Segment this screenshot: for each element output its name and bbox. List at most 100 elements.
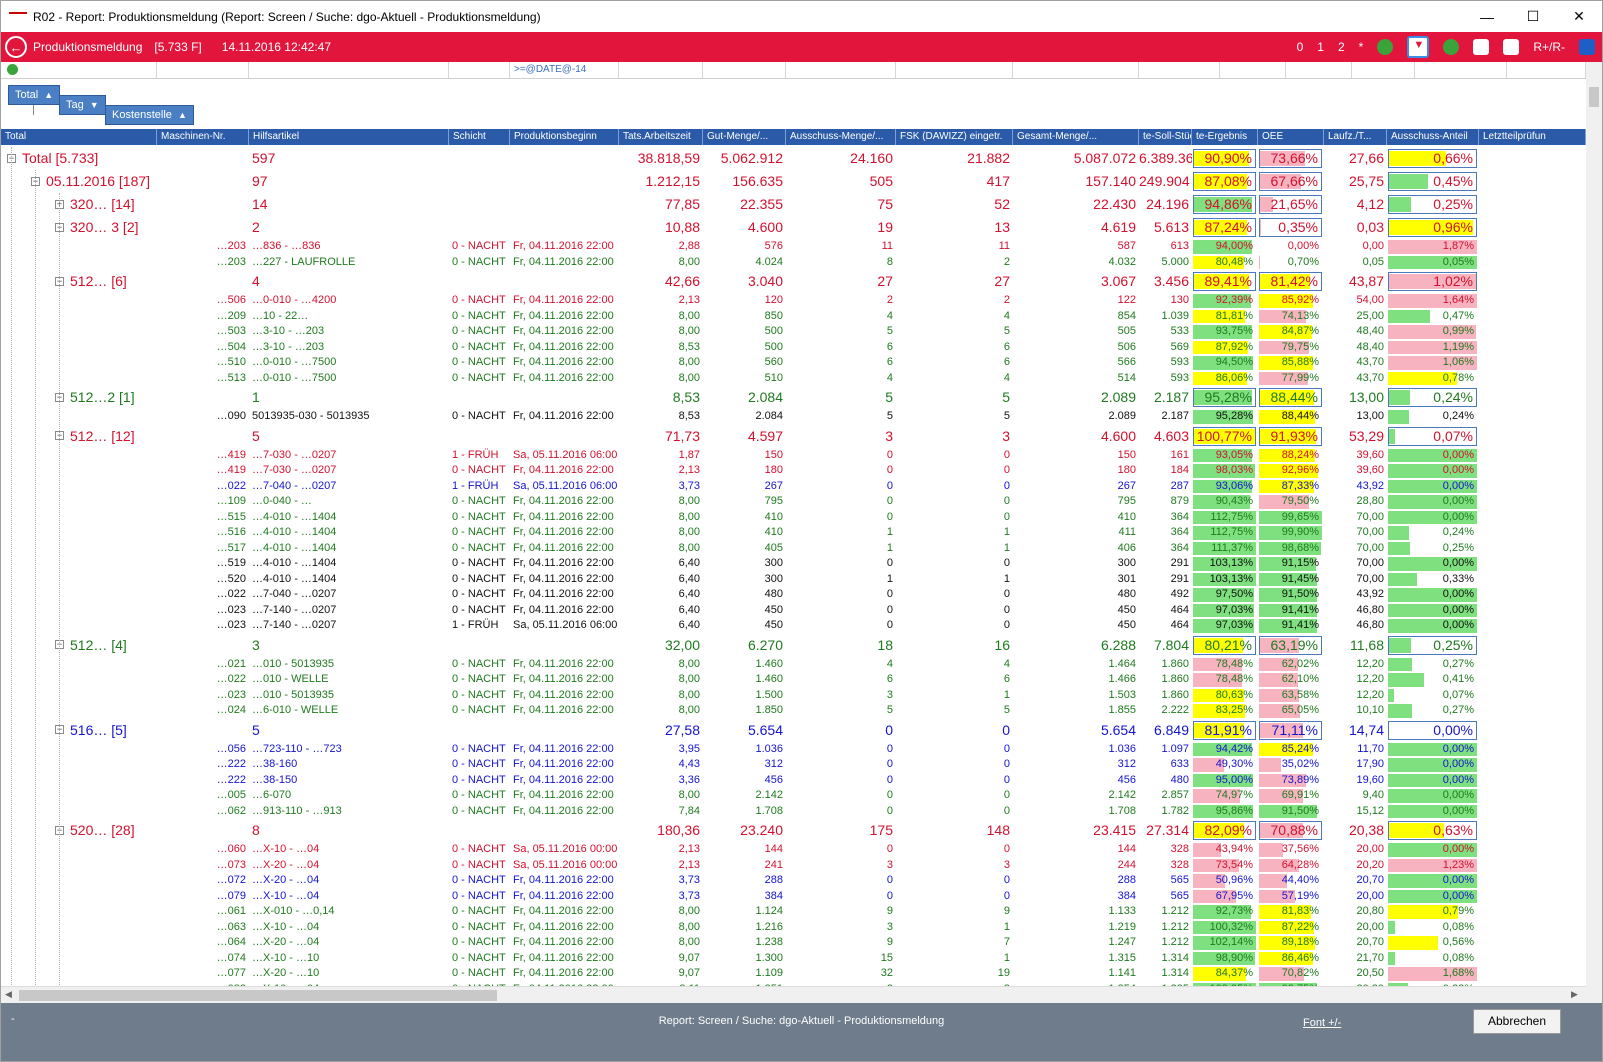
table-row[interactable]: …519 …4-010 - …1404 0 - NACHT Fr, 04.11.201…: [1, 556, 1586, 572]
column-header[interactable]: Gut-Menge/...: [703, 129, 786, 145]
table-row[interactable]: …222 …38-150 0 - NACHT Fr, 04.11.2016 22:00…: [1, 773, 1586, 789]
abort-button[interactable]: Abbrechen: [1473, 1009, 1561, 1034]
column-header[interactable]: Laufz./T...: [1324, 129, 1387, 145]
table-row[interactable]: …021 …010 - 5013935 0 - NACHT Fr, 04.11.201…: [1, 657, 1586, 673]
table-row[interactable]: …063 …X-10 - …04 0 - NACHT Fr, 04.11.2016 2…: [1, 920, 1586, 936]
horizontal-scrollbar[interactable]: ◀ ▶: [1, 986, 1586, 1003]
group-row[interactable]: −520… [28] 8 180,36 23.240 175 148 23.415 27.31…: [1, 819, 1586, 842]
column-header[interactable]: Produktionsbeginn: [510, 129, 619, 145]
vertical-scrollbar[interactable]: [1586, 62, 1602, 1003]
scroll-right-icon[interactable]: ▶: [1571, 989, 1578, 1000]
column-header[interactable]: Ausschuss-Anteil: [1387, 129, 1479, 145]
table-row[interactable]: …056 …723-110 - …723 0 - NACHT Fr, 04.11.20…: [1, 742, 1586, 758]
table-row[interactable]: …077 …X-20 - …10 0 - NACHT Fr, 04.11.2016 2…: [1, 966, 1586, 982]
table-row[interactable]: …517 …4-010 - …1404 0 - NACHT Fr, 04.11.201…: [1, 541, 1586, 557]
filter-cell-fsk[interactable]: [896, 62, 1013, 78]
column-header[interactable]: te-Ergebnis: [1192, 129, 1258, 145]
table-row[interactable]: …064 …X-20 - …04 0 - NACHT Fr, 04.11.2016 2…: [1, 935, 1586, 951]
level-0-button[interactable]: 0: [1297, 40, 1304, 54]
group-tag-button[interactable]: Tag ▼: [59, 95, 106, 115]
layout-icon[interactable]: [1473, 39, 1490, 55]
group-row[interactable]: − Total [5.733] 597 38.818,59 5.062.912 24.16…: [1, 147, 1586, 170]
column-header[interactable]: Letztteilprüfun: [1479, 129, 1586, 145]
group-row[interactable]: +320… [14] 14 77,85 22.355 75 52 22.430 24.196 9…: [1, 193, 1586, 216]
column-header[interactable]: Hilfsartikel: [249, 129, 449, 145]
group-row[interactable]: −05.11.2016 [187] 97 1.212,15 156.635 505 417…: [1, 170, 1586, 193]
filter-cell-arbeitszeit[interactable]: [619, 62, 703, 78]
filter-cell-anteil[interactable]: [1415, 62, 1507, 78]
group-row[interactable]: −516… [5] 5 27,58 5.654 0 0 5.654 6.849 81,91% 71…: [1, 719, 1586, 742]
table-row[interactable]: …073 …X-20 - …04 0 - NACHT Sa, 05.11.2016 0…: [1, 858, 1586, 874]
table-row[interactable]: …074 …X-10 - …10 0 - NACHT Fr, 04.11.2016 2…: [1, 951, 1586, 967]
table-row[interactable]: …072 …X-20 - …04 0 - NACHT Fr, 04.11.2016 2…: [1, 873, 1586, 889]
back-icon[interactable]: ←: [5, 36, 27, 58]
filter-cell-ausschuss[interactable]: [786, 62, 896, 78]
group-row[interactable]: −512… [6] 4 42,66 3.040 27 27 3.067 3.456 89,41%…: [1, 270, 1586, 293]
table-row[interactable]: …510 …0-010 - …7500 0 - NACHT Fr, 04.11.201…: [1, 355, 1586, 371]
table-row[interactable]: …503 …3-10 - …203 0 - NACHT Fr, 04.11.2016 …: [1, 324, 1586, 340]
group-row[interactable]: −320… 3 [2] 2 10,88 4.600 19 13 4.619 5.613 87,2…: [1, 216, 1586, 239]
close-button[interactable]: ✕: [1556, 1, 1602, 32]
search-icon[interactable]: [7, 64, 18, 75]
r-plus-minus-button[interactable]: R+/R-: [1533, 40, 1565, 54]
column-header[interactable]: Total: [1, 129, 157, 145]
level-2-button[interactable]: 2: [1338, 40, 1345, 54]
table-row[interactable]: …023 …7-140 - …0207 1 - FRÜH Sa, 05.11.2016…: [1, 618, 1586, 634]
group-total-button[interactable]: Total ▲: [8, 85, 61, 105]
filter-cell-gut[interactable]: [703, 62, 786, 78]
filter-cell-schicht[interactable]: [449, 62, 510, 78]
table-row[interactable]: …506 …0-010 - …4200 0 - NACHT Fr, 04.11.201…: [1, 293, 1586, 309]
table-row[interactable]: …520 …4-010 - …1404 0 - NACHT Fr, 04.11.201…: [1, 572, 1586, 588]
filter-cell-oee[interactable]: [1286, 62, 1352, 78]
table-row[interactable]: …504 …3-10 - …203 0 - NACHT Fr, 04.11.2016 …: [1, 340, 1586, 356]
table-row[interactable]: …419 …7-030 - …0207 0 - NACHT Fr, 04.11.201…: [1, 463, 1586, 479]
table-row[interactable]: …022 …7-040 - …0207 1 - FRÜH Sa, 05.11.2016…: [1, 479, 1586, 495]
table-row[interactable]: …203 …227 - LAUFROLLE 0 - NACHT Fr, 04.11.2…: [1, 255, 1586, 271]
table-row[interactable]: …516 …4-010 - …1404 0 - NACHT Fr, 04.11.201…: [1, 525, 1586, 541]
refresh-icon[interactable]: [1377, 39, 1394, 55]
table-row[interactable]: …005 …6-070 0 - NACHT Fr, 04.11.2016 22:00 8…: [1, 788, 1586, 804]
horizontal-scroll-thumb[interactable]: [19, 990, 497, 1001]
column-header[interactable]: Gesamt-Menge/...: [1013, 129, 1139, 145]
table-row[interactable]: …515 …4-010 - …1404 0 - NACHT Fr, 04.11.201…: [1, 510, 1586, 526]
filter-cell-maschine[interactable]: [157, 62, 249, 78]
vertical-scroll-thumb[interactable]: [1589, 87, 1599, 107]
group-row[interactable]: −512… [4] 3 32,00 6.270 18 16 6.288 7.804 80,21%…: [1, 634, 1586, 657]
minimize-button[interactable]: —: [1464, 1, 1510, 32]
filter-cell-gesamt[interactable]: [1013, 62, 1139, 78]
column-header[interactable]: te-Soll-Stückz.: [1139, 129, 1192, 145]
column-header[interactable]: FSK (DAWIZZ) eingetr.: [896, 129, 1013, 145]
group-row[interactable]: −512… [12] 5 71,73 4.597 3 3 4.600 4.603 100,77%…: [1, 425, 1586, 448]
column-header[interactable]: Tats.Arbeitszeit: [619, 129, 703, 145]
maximize-button[interactable]: ☐: [1510, 1, 1556, 32]
scroll-left-icon[interactable]: ◀: [5, 989, 12, 1000]
filter-icon[interactable]: [1407, 36, 1430, 58]
table-row[interactable]: …419 …7-030 - …0207 1 - FRÜH Sa, 05.11.2016…: [1, 448, 1586, 464]
filter-cell-hilfsartikel[interactable]: [249, 62, 449, 78]
level-all-button[interactable]: *: [1359, 40, 1364, 54]
filter-cell-total[interactable]: [1, 62, 157, 78]
table-row[interactable]: …513 …0-010 - …7500 0 - NACHT Fr, 04.11.201…: [1, 371, 1586, 387]
filter-cell-laufzeit[interactable]: [1352, 62, 1415, 78]
filter-cell-beginn[interactable]: >=@DATE@-14: [510, 62, 619, 78]
column-header[interactable]: Ausschuss-Menge/...: [786, 129, 896, 145]
filter-cell-te[interactable]: [1220, 62, 1286, 78]
table-row[interactable]: …062 …913-110 - …913 0 - NACHT Fr, 04.11.20…: [1, 804, 1586, 820]
column-header[interactable]: Schicht: [449, 129, 510, 145]
table-row[interactable]: …023 …010 - 5013935 0 - NACHT Fr, 04.11.201…: [1, 688, 1586, 704]
monitor-icon[interactable]: [1579, 39, 1595, 55]
group-kostenstelle-button[interactable]: Kostenstelle ▲: [105, 105, 194, 125]
group-row[interactable]: −512…2 [1] 1 8,53 2.084 5 5 2.089 2.187 95,28% 88…: [1, 386, 1586, 409]
table-row[interactable]: …109 …0-040 - … 0 - NACHT Fr, 04.11.2016 22…: [1, 494, 1586, 510]
table-row[interactable]: …203 …836 - …836 0 - NACHT Fr, 04.11.2016 2…: [1, 239, 1586, 255]
table-row[interactable]: …222 …38-160 0 - NACHT Fr, 04.11.2016 22:00…: [1, 757, 1586, 773]
font-size-link[interactable]: Font +/-: [1303, 1017, 1341, 1029]
table-row[interactable]: …022 …010 - WELLE 0 - NACHT Fr, 04.11.2016 …: [1, 672, 1586, 688]
column-header[interactable]: OEE: [1258, 129, 1324, 145]
table-row[interactable]: …022 …7-040 - …0207 0 - NACHT Fr, 04.11.201…: [1, 587, 1586, 603]
table-row[interactable]: …079 …X-10 - …04 0 - NACHT Fr, 04.11.2016 2…: [1, 889, 1586, 905]
table-row[interactable]: …209 …10 - 22… 0 - NACHT Fr, 04.11.2016 22:…: [1, 309, 1586, 325]
filter-cell-soll[interactable]: [1139, 62, 1220, 78]
level-1-button[interactable]: 1: [1317, 40, 1324, 54]
table-row[interactable]: …023 …7-140 - …0207 0 - NACHT Fr, 04.11.201…: [1, 603, 1586, 619]
